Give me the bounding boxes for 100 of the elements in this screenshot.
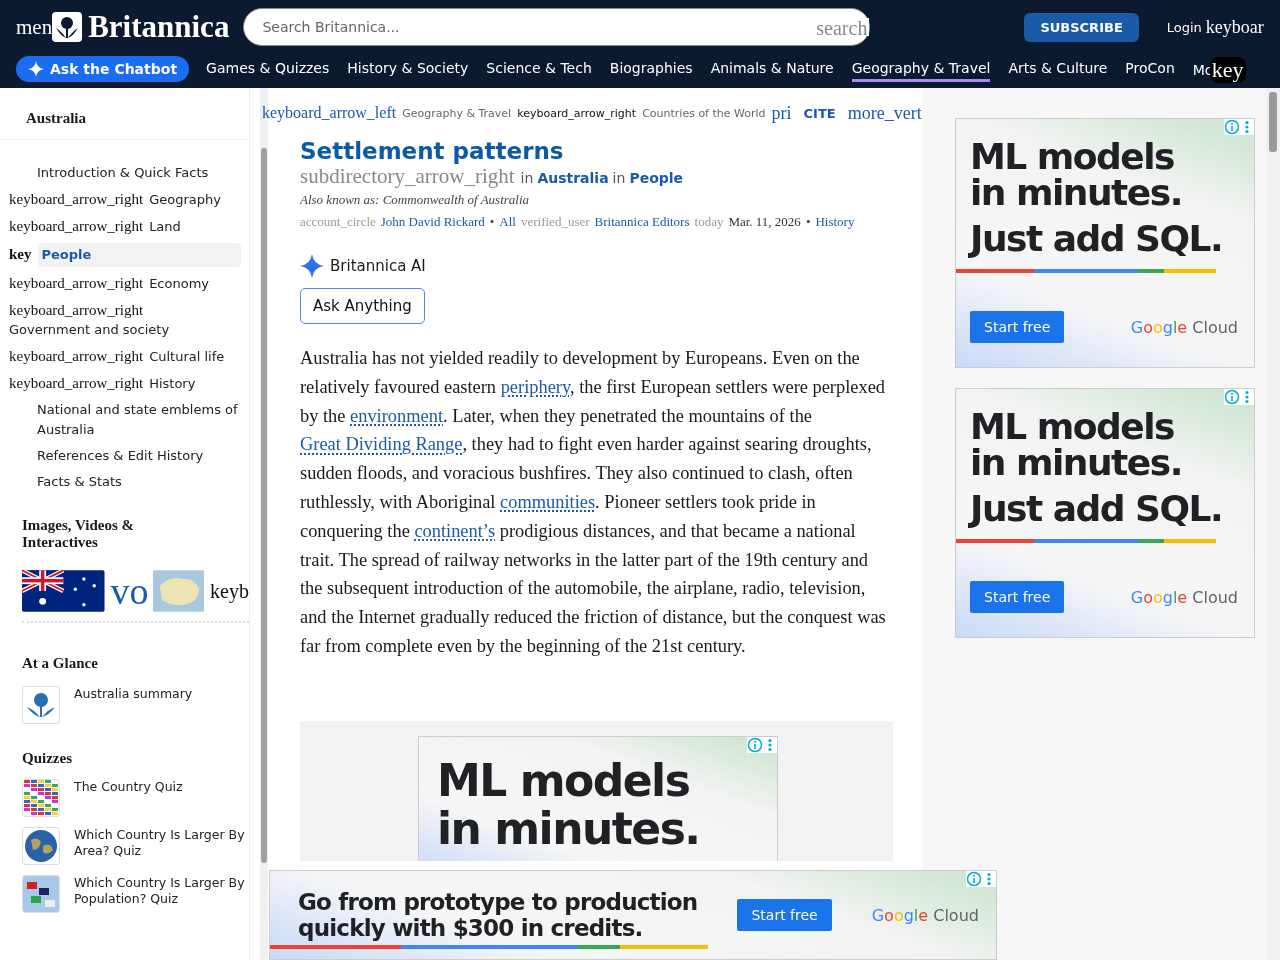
article-link[interactable]: periphery [500, 376, 570, 397]
expand-icon-text[interactable]: keyboard_arrow_right [9, 373, 144, 393]
toolbar-button[interactable]: CITE [803, 105, 836, 121]
ad-headline: in minutes. [970, 445, 1183, 481]
expand-icon-text[interactable]: keyboard_arrow_right [9, 346, 144, 366]
start-free-button[interactable]: Start free [970, 581, 1065, 613]
byline-icon-text: today [694, 214, 724, 230]
toolbar-button[interactable]: more_vert [847, 102, 922, 124]
ad-headline: Go from prototype to production [298, 889, 698, 915]
more-icon-text[interactable]: key [1209, 56, 1246, 83]
google-cloud-logo: Google Cloud [871, 905, 979, 925]
byline-text: • [805, 214, 811, 230]
expand-icon-text[interactable]: keyboard_arrow_right [9, 216, 144, 236]
byline-icon-text: verified_user [520, 214, 590, 230]
quiz-link[interactable]: Which Country Is Larger By Area? Quiz [74, 827, 249, 859]
toc-link[interactable]: Land [149, 217, 181, 237]
australian-flag-image[interactable] [22, 567, 105, 615]
scrollbar-thumb[interactable] [261, 148, 267, 863]
ad-banner[interactable]: ML models in minutes. Just add SQL. Start free Google Cloud [955, 118, 1255, 368]
back-icon-text[interactable]: keyboard_arrow_left [262, 104, 397, 122]
byline-link[interactable]: History [815, 214, 855, 230]
expand-icon-text[interactable]: keyboard_arrow_right [9, 273, 144, 293]
ad-headline: in minutes. [970, 175, 1183, 211]
map-image[interactable] [152, 567, 205, 615]
nav-link[interactable]: ProCon [1125, 56, 1175, 82]
ad-headline: Just add SQL. [970, 221, 1224, 257]
toc-link[interactable]: Cultural life [149, 347, 225, 367]
summary-link[interactable]: Australia summary [74, 686, 214, 702]
search-field[interactable]: Search Britannica... search [243, 8, 871, 46]
login-link[interactable]: Login [1166, 19, 1202, 35]
ad-banner[interactable]: ML models in minutes. [418, 735, 778, 861]
toc-link[interactable]: References & Edit History [37, 446, 204, 466]
sparkle-icon [300, 254, 324, 278]
sticky-ad-banner[interactable]: Go from prototype to production quickly with $300 in credits. Start free Google Cloud [269, 870, 997, 960]
nav-link[interactable]: Science & Tech [486, 56, 592, 82]
scrollbar-thumb[interactable] [1269, 92, 1277, 152]
sidebar-title: Australia [0, 88, 249, 140]
quiz-link[interactable]: The Country Quiz [74, 779, 249, 795]
nav-link[interactable]: Arts & Culture [1008, 56, 1108, 82]
nav-link[interactable]: History & Society [347, 56, 469, 82]
toc-link[interactable]: People [37, 243, 241, 267]
byline-link[interactable]: All [499, 214, 516, 230]
info-icon[interactable] [966, 871, 982, 887]
nav-link[interactable]: Animals & Nature [710, 56, 834, 82]
arrow-icon-text[interactable]: keyboar [1205, 16, 1264, 38]
globe-icon [22, 827, 60, 865]
info-icon[interactable] [1224, 119, 1240, 135]
quiz-link[interactable]: Which Country Is Larger By Population? Quiz [74, 875, 249, 907]
article-link[interactable]: environment [350, 405, 443, 426]
article-link[interactable]: Great Dividing Range [300, 434, 463, 455]
start-free-button[interactable]: Start free [737, 899, 832, 931]
ad-headline: Just add SQL. [970, 491, 1224, 527]
byline-text: • [489, 214, 495, 230]
article-title: Settlement patterns [300, 138, 565, 164]
emblem-icon [22, 686, 60, 724]
nav-link[interactable]: Geography & Travel [851, 56, 991, 82]
toc-link[interactable]: Introduction & Quick Facts [37, 163, 209, 183]
article-link[interactable]: continent’s [414, 520, 496, 541]
toc-link[interactable]: Government and society [9, 320, 170, 340]
byline-link[interactable]: John David Rickard [380, 214, 485, 230]
video-icon-text[interactable]: vo [110, 569, 149, 613]
category-link[interactable]: People [629, 170, 684, 186]
category-link[interactable]: Australia [537, 170, 609, 186]
ad-headline: quickly with $300 in credits. [298, 915, 644, 941]
chatbot-button[interactable]: Ask the Chatbot [16, 56, 190, 82]
search-icon-text[interactable]: search [816, 17, 868, 40]
flagpoles-icon [22, 875, 60, 913]
ad-banner[interactable]: ML models in minutes. Just add SQL. Start free Google Cloud [955, 388, 1255, 638]
nav-link[interactable]: Games & Quizzes [206, 56, 330, 82]
toc-link[interactable]: Facts & Stats [37, 472, 122, 492]
subtitle-text: in [520, 170, 534, 186]
info-icon[interactable] [1224, 389, 1240, 405]
expand-icon-text[interactable]: key [9, 244, 32, 264]
ad-headline: ML models [437, 756, 691, 805]
expand-icon-text[interactable]: keyboard_arrow_right [9, 300, 144, 320]
start-free-button[interactable]: Start free [970, 311, 1065, 343]
menu-icon-text[interactable]: men [16, 14, 53, 40]
toc-link[interactable]: Geography [149, 190, 221, 210]
expand-icon-text[interactable]: keyboard_arrow_right [9, 189, 144, 209]
byline-link[interactable]: Britannica Editors [594, 214, 690, 230]
chevron-icon-text: keyboard_arrow_right [517, 106, 637, 120]
sparkle-icon [28, 61, 44, 77]
ad-headline: in minutes. [437, 804, 701, 853]
toolbar-button[interactable]: pri [771, 102, 792, 124]
nav-link[interactable]: Biographies [609, 56, 693, 82]
thistle-logo-icon [52, 12, 83, 42]
ad-headline: ML models [970, 139, 1175, 175]
toc-link[interactable]: Economy [149, 274, 209, 294]
ad-headline: ML models [970, 409, 1175, 445]
brand-logo[interactable]: Britannica [88, 9, 230, 45]
toc-link[interactable]: National and state emblems of Australia [37, 400, 241, 440]
toc-link[interactable]: History [149, 374, 196, 394]
info-icon[interactable] [747, 736, 763, 753]
byline-icon-text: account_circle [300, 214, 376, 230]
article-link[interactable]: communities [500, 492, 596, 512]
breadcrumb-link[interactable]: Geography & Travel [402, 106, 512, 120]
breadcrumb-link[interactable]: Countries of the World [642, 106, 766, 120]
ask-anything-button[interactable]: Ask Anything [300, 288, 425, 324]
google-cloud-logo: Google Cloud [1130, 587, 1238, 607]
subscribe-button[interactable]: SUBSCRIBE [1024, 12, 1139, 42]
